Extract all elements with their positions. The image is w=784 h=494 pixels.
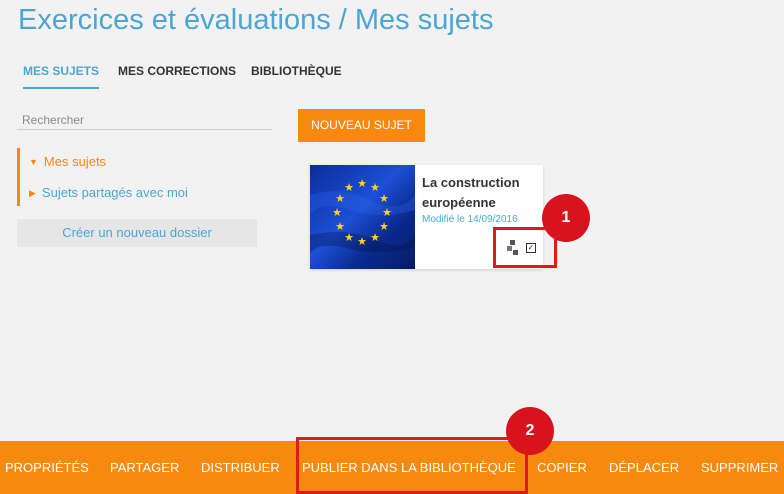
move-button[interactable]: DÉPLACER bbox=[609, 441, 679, 494]
card-date: Modifié le 14/09/2016 bbox=[422, 214, 518, 225]
svg-text:★: ★ bbox=[344, 231, 354, 244]
annotation-marker-2: 2 bbox=[506, 407, 554, 455]
svg-text:★: ★ bbox=[379, 220, 389, 233]
caret-down-icon: ▼ bbox=[29, 157, 38, 167]
highlight-box-2 bbox=[296, 437, 528, 494]
tab-bibliotheque[interactable]: BIBLIOTHÈQUE bbox=[251, 64, 342, 87]
svg-text:★: ★ bbox=[382, 206, 392, 219]
svg-text:★: ★ bbox=[357, 235, 367, 248]
svg-text:★: ★ bbox=[370, 231, 380, 244]
folder-item-sujets-partages[interactable]: ▶ Sujets partagés avec moi bbox=[29, 185, 188, 200]
share-button[interactable]: PARTAGER bbox=[110, 441, 179, 494]
svg-text:★: ★ bbox=[379, 192, 389, 205]
annotation-marker-1: 1 bbox=[542, 194, 590, 242]
distribute-button[interactable]: DISTRIBUER bbox=[201, 441, 280, 494]
folder-label: Mes sujets bbox=[43, 154, 107, 169]
folder-tree: ▼ Mes sujets ▶ Sujets partagés avec moi bbox=[17, 148, 260, 206]
eu-flag-image: ★ ★ ★ ★ ★ ★ ★ ★ ★ ★ ★ ★ bbox=[310, 165, 415, 269]
folder-label: Sujets partagés avec moi bbox=[41, 185, 188, 200]
delete-button[interactable]: SUPPRIMER bbox=[701, 441, 778, 494]
tab-mes-sujets[interactable]: MES SUJETS bbox=[23, 64, 100, 89]
new-subject-button[interactable]: NOUVEAU SUJET bbox=[298, 109, 425, 142]
svg-text:★: ★ bbox=[357, 177, 367, 190]
folder-item-mes-sujets[interactable]: ▼ Mes sujets bbox=[29, 154, 106, 169]
properties-button[interactable]: PROPRIÉTÉS bbox=[5, 441, 89, 494]
card-title: La construction européenne bbox=[422, 175, 520, 210]
tab-mes-corrections[interactable]: MES CORRECTIONS bbox=[118, 64, 236, 87]
page-title: Exercices et évaluations / Mes sujets bbox=[18, 4, 494, 36]
create-folder-button[interactable]: Créer un nouveau dossier bbox=[17, 219, 257, 247]
svg-text:★: ★ bbox=[335, 220, 345, 233]
caret-right-icon: ▶ bbox=[29, 188, 36, 198]
svg-text:★: ★ bbox=[344, 181, 354, 194]
search-input[interactable] bbox=[17, 110, 272, 130]
svg-text:★: ★ bbox=[332, 206, 342, 219]
